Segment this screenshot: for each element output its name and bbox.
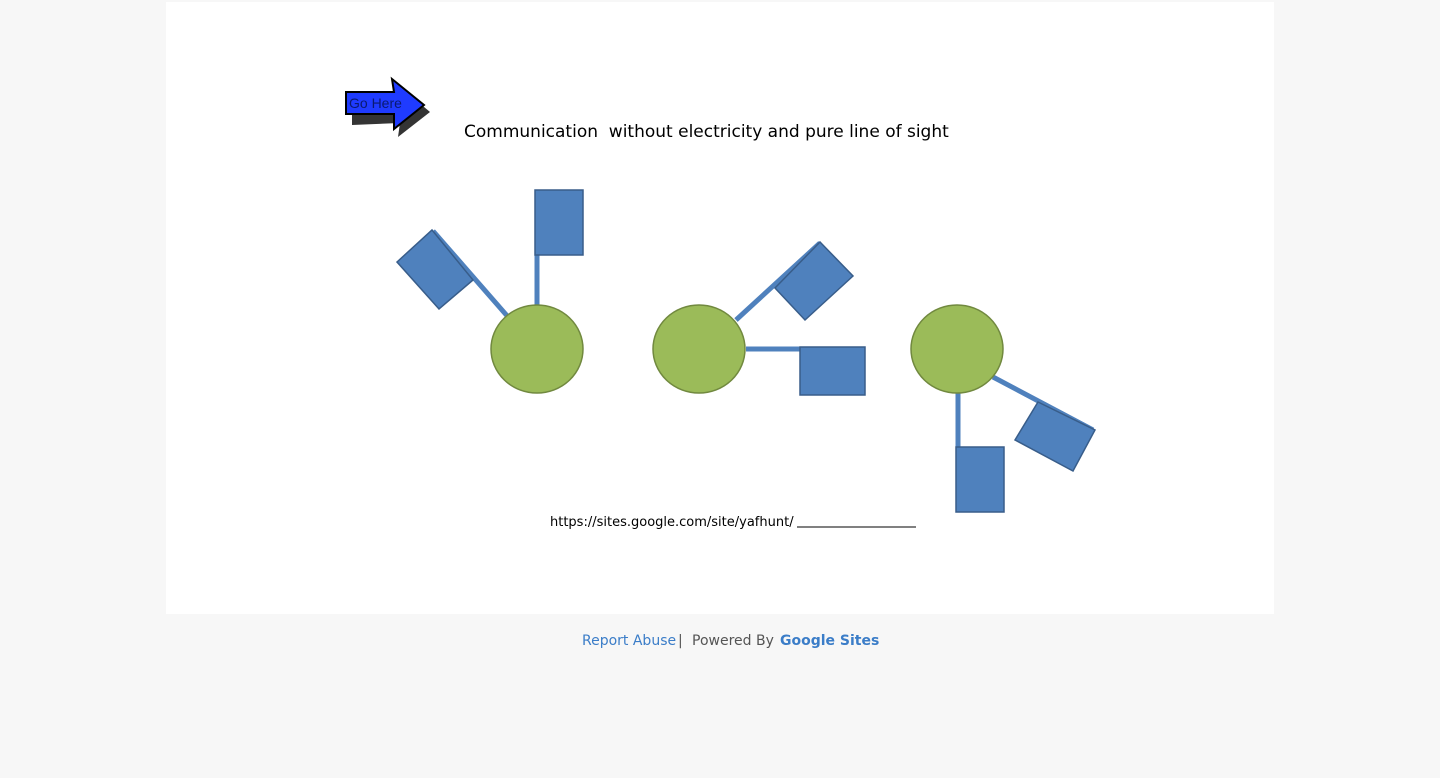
- powered-by-label: Powered By: [692, 633, 774, 649]
- site-url-caption: https://sites.google.com/site/yafhunt/: [550, 515, 794, 530]
- footer-separator: |: [678, 633, 683, 649]
- flag: [799, 346, 866, 396]
- flag: [955, 446, 1005, 513]
- circle-body: [490, 304, 584, 394]
- flag: [534, 189, 584, 256]
- go-here-label: Go Here: [349, 95, 402, 111]
- semaphore-figure-3: [910, 304, 1097, 513]
- semaphore-diagram: Go Here Communication without electricit…: [345, 76, 1097, 530]
- page-title: Communication without electricity and pu…: [464, 122, 949, 142]
- semaphore-figure-2: [652, 240, 866, 396]
- circle-body: [910, 304, 1004, 394]
- flag: [1013, 401, 1097, 473]
- go-here-arrow-link[interactable]: Go Here: [345, 76, 430, 137]
- semaphore-figure-1: [395, 189, 584, 394]
- circle-body: [652, 304, 746, 394]
- flag: [773, 240, 855, 322]
- google-sites-link[interactable]: Google Sites: [780, 633, 879, 649]
- report-abuse-link[interactable]: Report Abuse: [582, 633, 676, 649]
- flag: [395, 228, 475, 311]
